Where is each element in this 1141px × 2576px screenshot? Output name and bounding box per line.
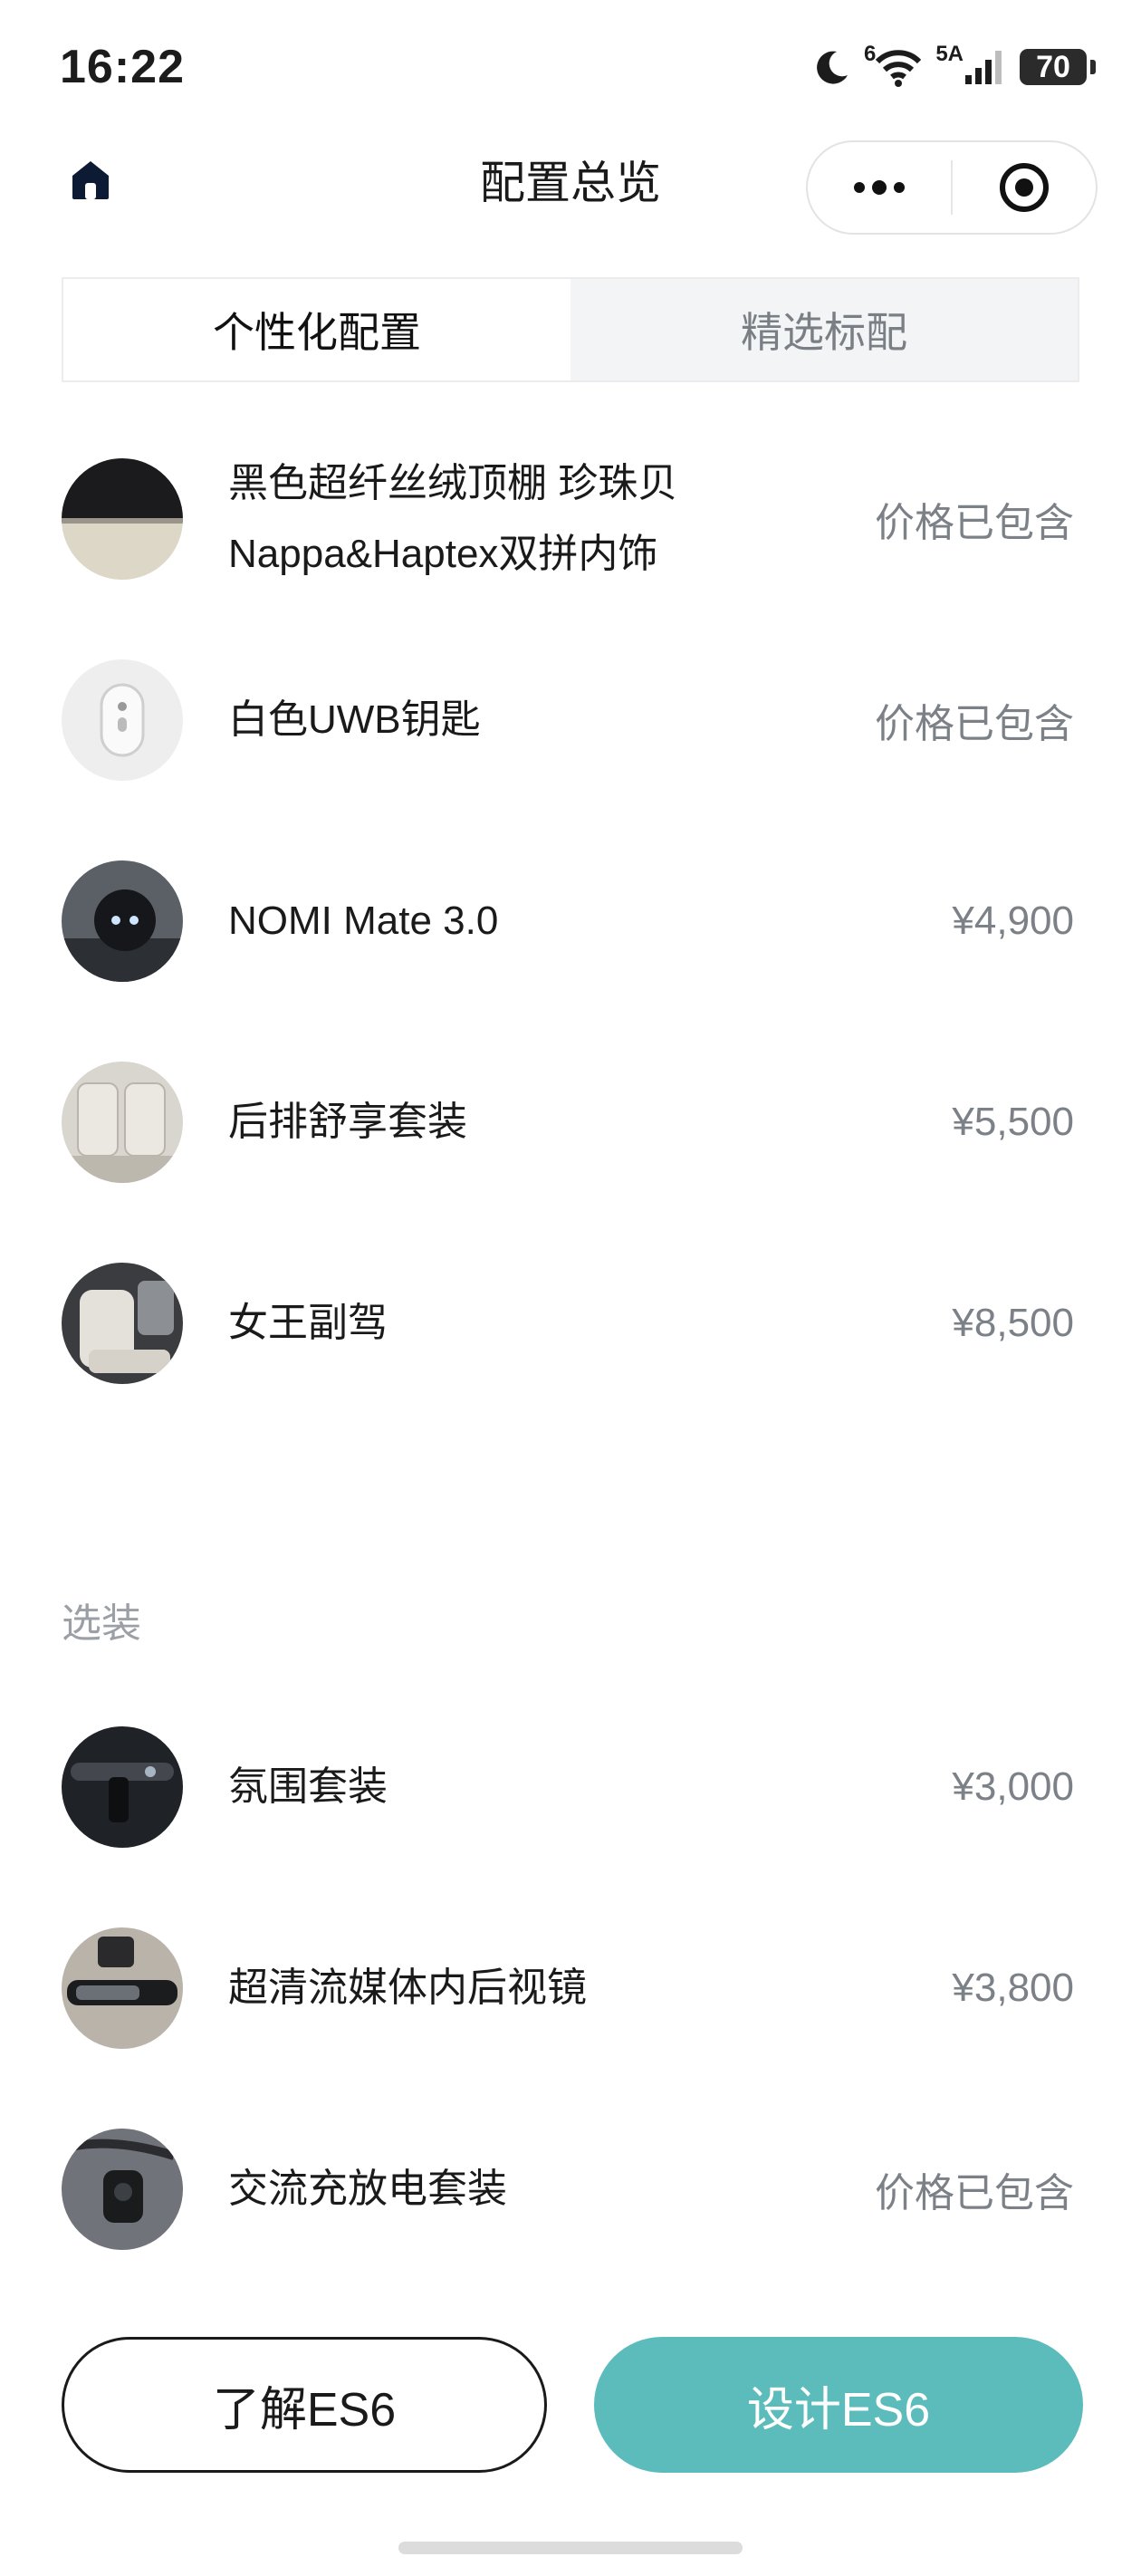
uwb-key-thumbnail	[62, 659, 183, 781]
list-item[interactable]: 女王副驾 ¥8,500	[62, 1223, 1079, 1424]
item-name: 超清流媒体内后视镜	[228, 1966, 587, 2010]
close-button[interactable]	[953, 142, 1096, 233]
list-item[interactable]: NOMI Mate 3.0 ¥4,900	[62, 821, 1079, 1022]
config-tabs: 个性化配置 精选标配	[62, 277, 1079, 382]
battery-icon: 70	[1020, 49, 1096, 85]
tab-standard-config[interactable]: 精选标配	[570, 279, 1078, 380]
list-item[interactable]: 交流充放电套装 价格已包含	[62, 2089, 1079, 2290]
section-label-optional: 选装	[62, 1601, 141, 1646]
passenger-seat-thumbnail	[62, 1263, 183, 1384]
list-item[interactable]: 白色UWB钥匙 价格已包含	[62, 620, 1079, 821]
home-indicator	[398, 2542, 743, 2554]
config-list: 黑色超纤丝绒顶棚 珍珠贝Nappa&Haptex双拼内饰 价格已包含 白色UWB…	[62, 418, 1079, 1424]
mini-program-capsule	[806, 140, 1098, 235]
more-dots-icon	[854, 180, 905, 195]
status-time: 16:22	[60, 41, 185, 93]
item-price: 价格已包含	[875, 501, 1074, 545]
wifi-icon	[876, 50, 922, 87]
item-name: 氛围套装	[228, 1764, 388, 1809]
network-label: 6	[863, 42, 877, 66]
more-button[interactable]	[808, 142, 951, 233]
item-name: 后排舒享套装	[228, 1100, 467, 1144]
battery-level: 70	[1036, 49, 1070, 84]
item-price: ¥8,500	[952, 1301, 1074, 1345]
moon-icon	[817, 51, 848, 84]
learn-es6-button[interactable]: 了解ES6	[62, 2337, 547, 2473]
tab-personalized-config[interactable]: 个性化配置	[63, 279, 570, 380]
list-item[interactable]: 黑色超纤丝绒顶棚 珍珠贝Nappa&Haptex双拼内饰 价格已包含	[62, 418, 1079, 620]
item-price: 价格已包含	[875, 702, 1074, 746]
charging-kit-thumbnail	[62, 2129, 183, 2250]
rearview-mirror-thumbnail	[62, 1927, 183, 2049]
item-name: 交流充放电套装	[228, 2167, 507, 2211]
list-item[interactable]: 超清流媒体内后视镜 ¥3,800	[62, 1888, 1079, 2089]
cell-signal-icon	[965, 51, 1002, 84]
item-name: 白色UWB钥匙	[228, 697, 481, 742]
headliner-swatch-thumbnail	[62, 458, 183, 580]
status-bar: 16:22 6 5A 70	[0, 0, 1141, 127]
item-name: 黑色超纤丝绒顶棚 珍珠贝Nappa&Haptex双拼内饰	[228, 461, 678, 576]
item-price: ¥3,000	[952, 1764, 1074, 1809]
item-price: ¥4,900	[952, 899, 1074, 943]
ambience-kit-thumbnail	[62, 1726, 183, 1848]
nomi-robot-thumbnail	[62, 860, 183, 982]
nav-bar: 配置总览	[0, 127, 1141, 245]
item-name: 女王副驾	[228, 1301, 388, 1345]
list-item[interactable]: 氛围套装 ¥3,000	[62, 1687, 1079, 1888]
item-price: ¥5,500	[952, 1100, 1074, 1144]
target-circle-icon	[1000, 163, 1049, 212]
status-icons: 6 5A 70	[813, 40, 1096, 94]
item-price: 价格已包含	[875, 2171, 1074, 2216]
optional-list: 氛围套装 ¥3,000 超清流媒体内后视镜 ¥3,800 交流充放电套装 价格已…	[62, 1687, 1079, 2290]
item-name: NOMI Mate 3.0	[228, 899, 499, 943]
design-es6-button[interactable]: 设计ES6	[594, 2337, 1083, 2473]
rear-seat-thumbnail	[62, 1062, 183, 1183]
signal-label: 5A	[935, 42, 964, 66]
list-item[interactable]: 后排舒享套装 ¥5,500	[62, 1022, 1079, 1223]
item-price: ¥3,800	[952, 1966, 1074, 2010]
